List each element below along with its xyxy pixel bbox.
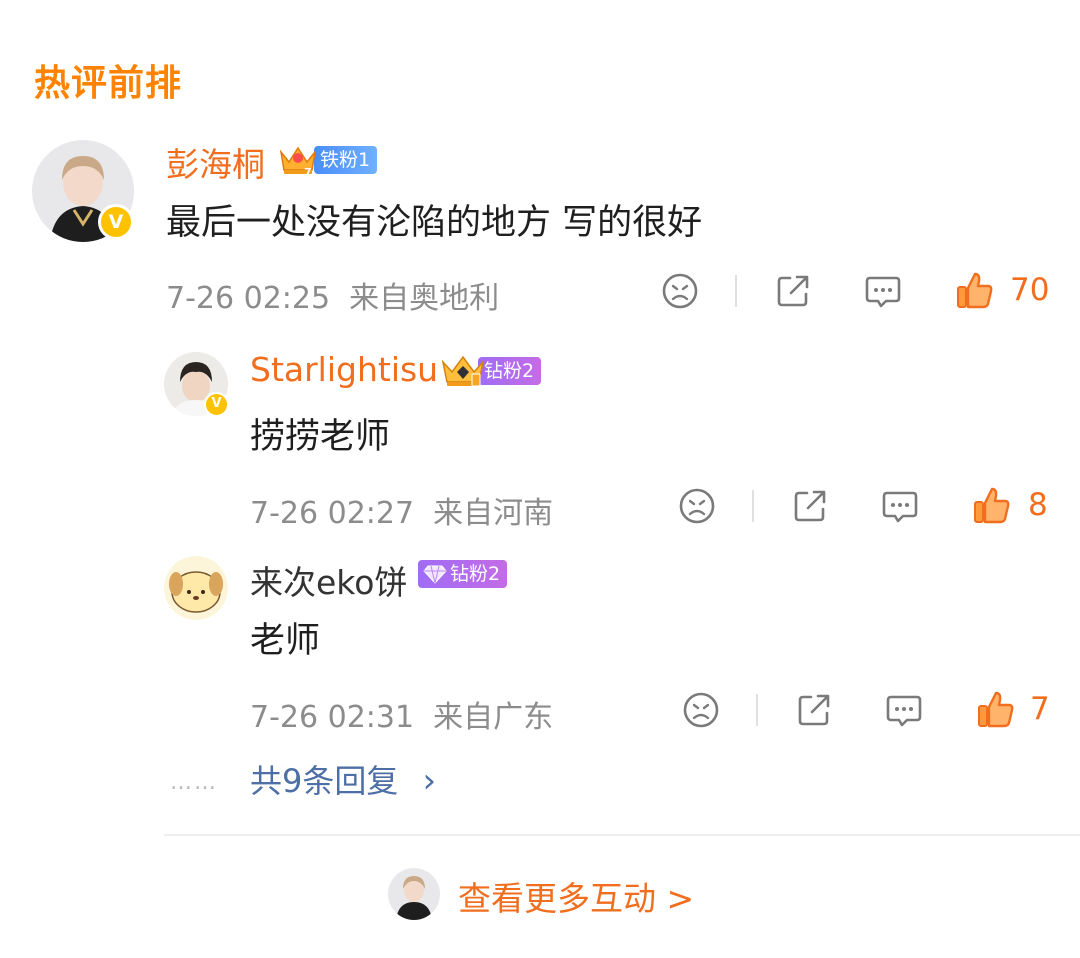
action-separator bbox=[752, 490, 754, 522]
comment-icon[interactable] bbox=[864, 273, 902, 311]
verified-v-icon: V bbox=[98, 204, 134, 240]
like-count: 7 bbox=[1030, 691, 1050, 727]
comment-location: 来自河南 bbox=[433, 496, 554, 531]
dislike-face-icon[interactable] bbox=[682, 691, 720, 729]
fan-badge-iron[interactable]: 7 铁粉1 bbox=[278, 142, 378, 178]
like-count: 8 bbox=[1028, 487, 1048, 523]
view-more-interactions-link[interactable]: 查看更多互动 > bbox=[458, 872, 694, 920]
section-title: 热评前排 bbox=[34, 63, 183, 104]
comment-time: 7-26 02:31 bbox=[250, 700, 415, 735]
crown-icon bbox=[441, 355, 485, 387]
thumbs-up-icon[interactable] bbox=[972, 485, 1012, 525]
thumbs-up-icon[interactable] bbox=[976, 689, 1016, 729]
fan-badge-label: 钻粉2 bbox=[478, 357, 542, 385]
comment-time: 7-26 02:27 bbox=[250, 496, 415, 531]
fan-badge-diamond[interactable]: 钻粉2 bbox=[440, 352, 542, 390]
view-replies-link[interactable]: 共9条回复 › bbox=[250, 756, 436, 802]
like-count: 70 bbox=[1010, 272, 1050, 308]
diamond-icon bbox=[423, 565, 447, 584]
commenter-1-username[interactable]: 彭海桐 bbox=[166, 138, 265, 186]
section-divider bbox=[164, 834, 1080, 836]
fan-badge-label: 铁粉1 bbox=[314, 146, 378, 174]
action-separator bbox=[735, 275, 737, 307]
avatar-commenter-3[interactable] bbox=[164, 556, 228, 620]
verified-v-icon: V bbox=[204, 392, 229, 417]
comment-location: 来自广东 bbox=[433, 700, 554, 735]
comment-1-text: 最后一处没有沦陷的地方 写的很好 bbox=[166, 203, 703, 243]
comment-2-meta: 7-26 02:27 来自河南 bbox=[250, 488, 553, 532]
share-icon[interactable] bbox=[774, 272, 812, 310]
share-icon[interactable] bbox=[795, 691, 833, 729]
view-replies-label: 共9条回复 bbox=[250, 762, 399, 800]
comment-icon[interactable] bbox=[881, 488, 919, 526]
replies-dots: …… bbox=[170, 770, 218, 795]
comment-time: 7-26 02:25 bbox=[166, 281, 331, 316]
action-separator bbox=[756, 694, 758, 726]
dislike-face-icon[interactable] bbox=[678, 487, 716, 525]
comment-2-text: 捞捞老师 bbox=[250, 417, 391, 457]
comment-3-text: 老师 bbox=[250, 621, 321, 661]
fan-badge-label: 钻粉2 bbox=[450, 563, 501, 585]
svg-text:7: 7 bbox=[304, 166, 312, 178]
comment-icon[interactable] bbox=[885, 692, 923, 730]
crown-icon: 7 bbox=[279, 146, 317, 178]
comment-location: 来自奥地利 bbox=[349, 281, 500, 316]
fan-badge-diamond[interactable]: 钻粉2 bbox=[418, 560, 508, 588]
comment-3-meta: 7-26 02:31 来自广东 bbox=[250, 692, 553, 736]
comment-1-meta: 7-26 02:25 来自奥地利 bbox=[166, 273, 499, 317]
share-icon[interactable] bbox=[791, 487, 829, 525]
commenter-2-username[interactable]: Starlightisu bbox=[250, 350, 438, 389]
thumbs-up-icon[interactable] bbox=[955, 270, 995, 310]
dislike-face-icon[interactable] bbox=[661, 272, 699, 310]
avatar-more-interactions[interactable] bbox=[388, 868, 440, 920]
chevron-right-icon: › bbox=[422, 761, 437, 801]
commenter-3-username[interactable]: 来次eko饼 bbox=[250, 556, 407, 604]
